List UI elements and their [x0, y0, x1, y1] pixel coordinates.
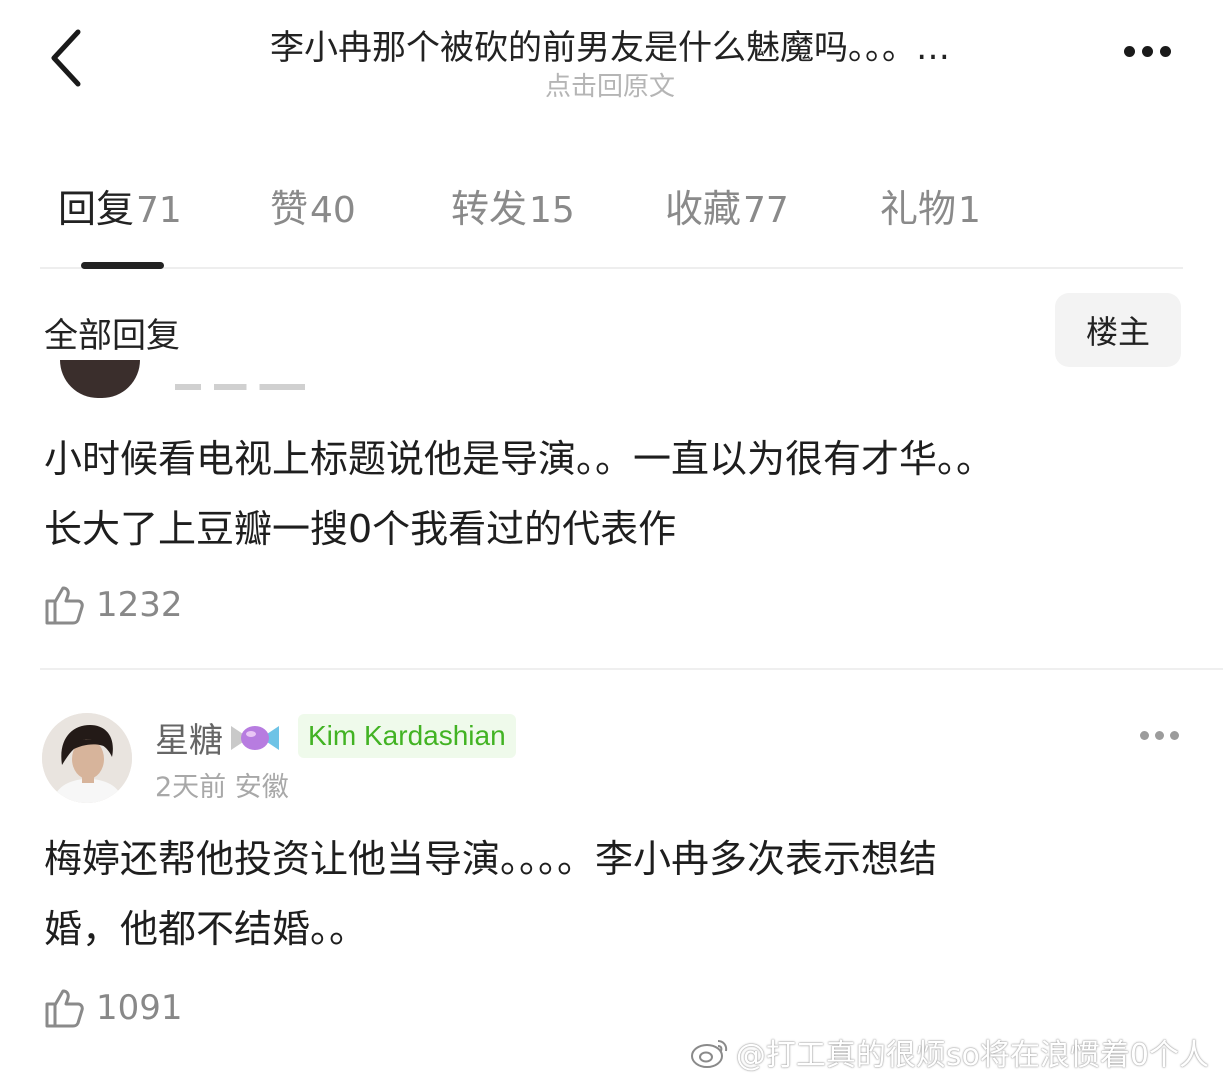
- post-title[interactable]: 李小冉那个被砍的前男友是什么魅魔吗。。。…: [150, 20, 1070, 69]
- comment-line: 长大了上豆瓣一搜0个我看过的代表作: [44, 507, 677, 551]
- tab-gifts[interactable]: 礼物1: [880, 178, 981, 233]
- avatar[interactable]: [42, 713, 132, 803]
- more-options-button[interactable]: [1124, 46, 1171, 57]
- comment-text: 梅婷还帮他投资让他当导演。。。。李小冉多次表示想结 婚，他都不结婚。。: [44, 824, 937, 964]
- comment-more-button[interactable]: [1140, 731, 1179, 740]
- tab-label: 回复: [58, 187, 135, 231]
- tab-replies[interactable]: 回复71: [58, 178, 182, 233]
- fan-badge[interactable]: Kim Kardashian: [298, 714, 516, 758]
- more-icon-dot: [1142, 46, 1153, 57]
- tab-label: 转发: [451, 187, 528, 231]
- weibo-logo-icon: [690, 1040, 728, 1068]
- avatar-image: [42, 713, 132, 803]
- candy-icon: [231, 725, 279, 750]
- username[interactable]: 星糖: [155, 713, 281, 762]
- back-button[interactable]: [40, 28, 90, 88]
- tab-label: 赞: [270, 187, 309, 231]
- more-icon-dot: [1124, 46, 1135, 57]
- avatar[interactable]: [60, 360, 140, 398]
- comment-line: 梅婷还帮他投资让他当导演。。。。李小冉多次表示想结: [44, 837, 938, 881]
- username-text: 星糖: [155, 721, 223, 761]
- comment-text: 小时候看电视上标题说他是导演。。一直以为很有才华。。 长大了上豆瓣一搜0个我看过…: [44, 424, 994, 564]
- tab-favorites[interactable]: 收藏77: [665, 178, 789, 233]
- comment-line: 小时候看电视上标题说他是导演。。一直以为很有才华。。: [44, 437, 995, 481]
- like-button[interactable]: 1091: [44, 987, 183, 1029]
- tabs-divider: [40, 267, 1183, 269]
- chevron-left-icon: [51, 29, 81, 87]
- watermark-text: @打工真的很烦so将在浪惯着0个人: [735, 1038, 1209, 1073]
- tab-count: 40: [310, 190, 356, 231]
- tab-likes[interactable]: 赞40: [270, 178, 356, 233]
- tab-label: 收藏: [665, 187, 742, 231]
- tab-count: 77: [743, 190, 789, 231]
- section-title: 全部回复: [44, 316, 180, 356]
- tab-count: 1: [958, 190, 981, 231]
- like-count: 1232: [96, 585, 183, 625]
- tab-label: 礼物: [880, 187, 957, 231]
- more-icon-dot: [1170, 731, 1179, 740]
- thumbs-up-icon: [45, 586, 84, 625]
- more-icon-dot: [1160, 46, 1171, 57]
- comment-meta: 2天前 安徽: [155, 772, 289, 803]
- interaction-tabs: 回复71 赞40 转发15 收藏77 礼物1: [0, 178, 1223, 248]
- more-icon-dot: [1140, 731, 1149, 740]
- active-tab-indicator: [81, 262, 164, 269]
- thumbs-up-icon: [45, 989, 84, 1028]
- op-only-filter-button[interactable]: 楼主: [1055, 293, 1181, 367]
- tab-count: 15: [529, 190, 575, 231]
- comment-line: 婚，他都不结婚。。: [44, 907, 368, 951]
- tab-reposts[interactable]: 转发15: [451, 178, 575, 233]
- watermark: @打工真的很烦so将在浪惯着0个人: [690, 1030, 1209, 1074]
- post-replies-screen: 李小冉那个被砍的前男友是什么魅魔吗。。。… 点击回原文 回复71 赞40 转发1…: [0, 0, 1223, 1080]
- more-icon-dot: [1155, 731, 1164, 740]
- tab-count: 71: [136, 190, 182, 231]
- username-clipped: [175, 378, 305, 396]
- like-count: 1091: [96, 988, 183, 1028]
- like-button[interactable]: 1232: [44, 584, 183, 626]
- comment-divider: [40, 668, 1223, 670]
- back-to-original-link[interactable]: 点击回原文: [150, 66, 1070, 103]
